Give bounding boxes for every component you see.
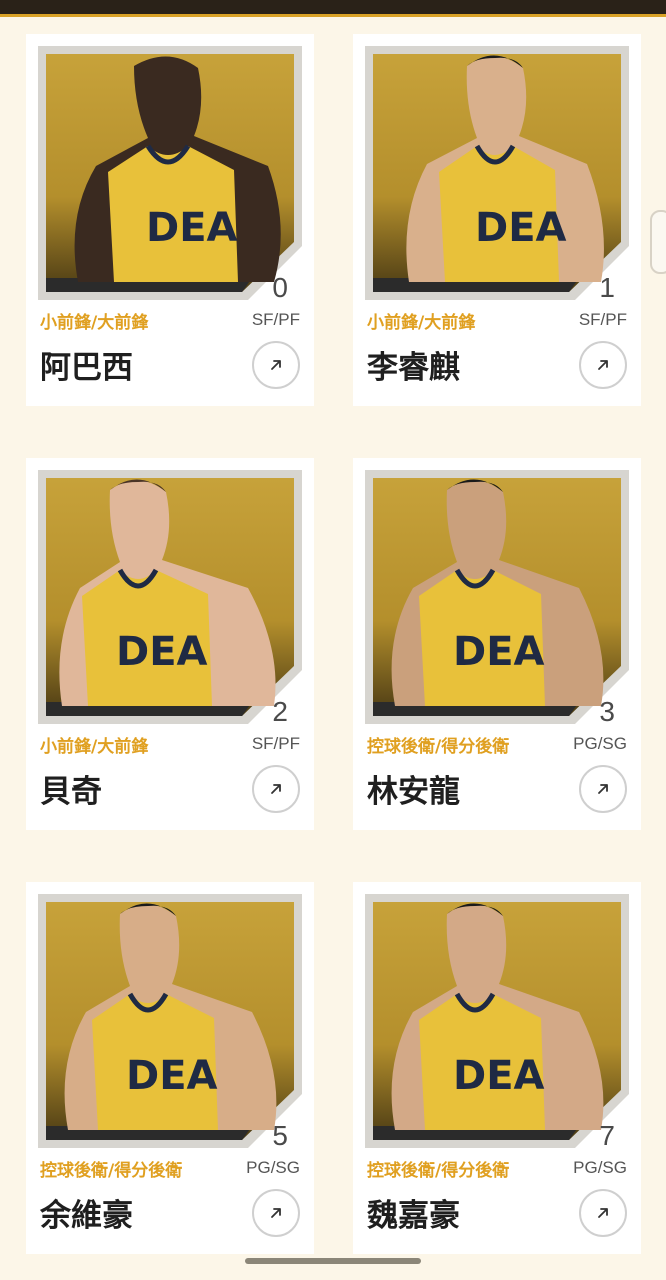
view-player-button[interactable] <box>252 341 300 389</box>
position-english: PG/SG <box>573 734 627 753</box>
player-name: 余維豪 <box>40 1198 133 1234</box>
position-english: SF/PF <box>251 734 300 753</box>
svg-text:DEA: DEA <box>146 205 238 251</box>
player-name: 貝奇 <box>40 774 102 810</box>
arrow-up-right-icon <box>598 360 608 370</box>
view-player-button[interactable] <box>252 1189 300 1237</box>
position-english: PG/SG <box>246 1158 300 1177</box>
arrow-up-right-icon <box>598 784 608 794</box>
arrow-up-right-icon <box>271 1208 281 1218</box>
player-card[interactable]: DEA 1 小前鋒/大前鋒 SF/PF 李睿麒 <box>353 34 641 406</box>
svg-text:DEA: DEA <box>126 1053 218 1099</box>
svg-text:DEA: DEA <box>475 205 567 251</box>
player-name: 魏嘉豪 <box>367 1198 460 1234</box>
player-card[interactable]: DEA 3 控球後衛/得分後衛 PG/SG 林安龍 <box>353 458 641 830</box>
svg-text:DEA: DEA <box>116 629 208 675</box>
player-photo: DEA 3 <box>365 470 629 727</box>
arrow-up-right-icon <box>598 1208 608 1218</box>
position-chinese: 控球後衛/得分後衛 <box>367 1161 510 1181</box>
player-card[interactable]: DEA 7 控球後衛/得分後衛 PG/SG 魏嘉豪 <box>353 882 641 1254</box>
view-player-button[interactable] <box>252 765 300 813</box>
svg-text:DEA: DEA <box>453 1053 545 1099</box>
player-name: 林安龍 <box>367 774 460 810</box>
position-english: PG/SG <box>573 1158 627 1177</box>
position-chinese: 小前鋒/大前鋒 <box>40 313 149 333</box>
position-english: SF/PF <box>251 310 300 329</box>
player-photo: DEA 7 <box>365 894 629 1151</box>
player-photo: DEA 1 <box>365 46 629 303</box>
view-player-button[interactable] <box>579 341 627 389</box>
jersey-number: 0 <box>272 272 288 303</box>
view-player-button[interactable] <box>579 765 627 813</box>
jersey-number: 5 <box>272 1120 288 1151</box>
player-card[interactable]: DEA 0 小前鋒/大前鋒 SF/PF 阿巴西 <box>26 34 314 406</box>
player-card[interactable]: DEA 2 小前鋒/大前鋒 SF/PF 貝奇 <box>26 458 314 830</box>
jersey-number: 3 <box>599 696 615 727</box>
home-indicator[interactable] <box>245 1258 421 1264</box>
player-photo: DEA 2 <box>38 470 302 727</box>
position-chinese: 小前鋒/大前鋒 <box>367 313 476 333</box>
jersey-number: 1 <box>599 272 615 303</box>
edge-panel-handle[interactable] <box>650 210 666 274</box>
jersey-number: 7 <box>599 1120 615 1151</box>
arrow-up-right-icon <box>271 360 281 370</box>
arrow-up-right-icon <box>271 784 281 794</box>
position-chinese: 小前鋒/大前鋒 <box>40 737 149 757</box>
player-card[interactable]: DEA 5 控球後衛/得分後衛 PG/SG 余維豪 <box>26 882 314 1254</box>
position-english: SF/PF <box>578 310 627 329</box>
jersey-number: 2 <box>272 696 288 727</box>
view-player-button[interactable] <box>579 1189 627 1237</box>
svg-text:DEA: DEA <box>453 629 545 675</box>
player-photo: DEA 0 <box>38 46 302 303</box>
position-chinese: 控球後衛/得分後衛 <box>367 737 510 757</box>
player-name: 阿巴西 <box>40 350 133 386</box>
player-name: 李睿麒 <box>367 350 460 386</box>
player-photo: DEA 5 <box>38 894 302 1151</box>
top-bar <box>0 0 666 17</box>
position-chinese: 控球後衛/得分後衛 <box>40 1161 183 1181</box>
